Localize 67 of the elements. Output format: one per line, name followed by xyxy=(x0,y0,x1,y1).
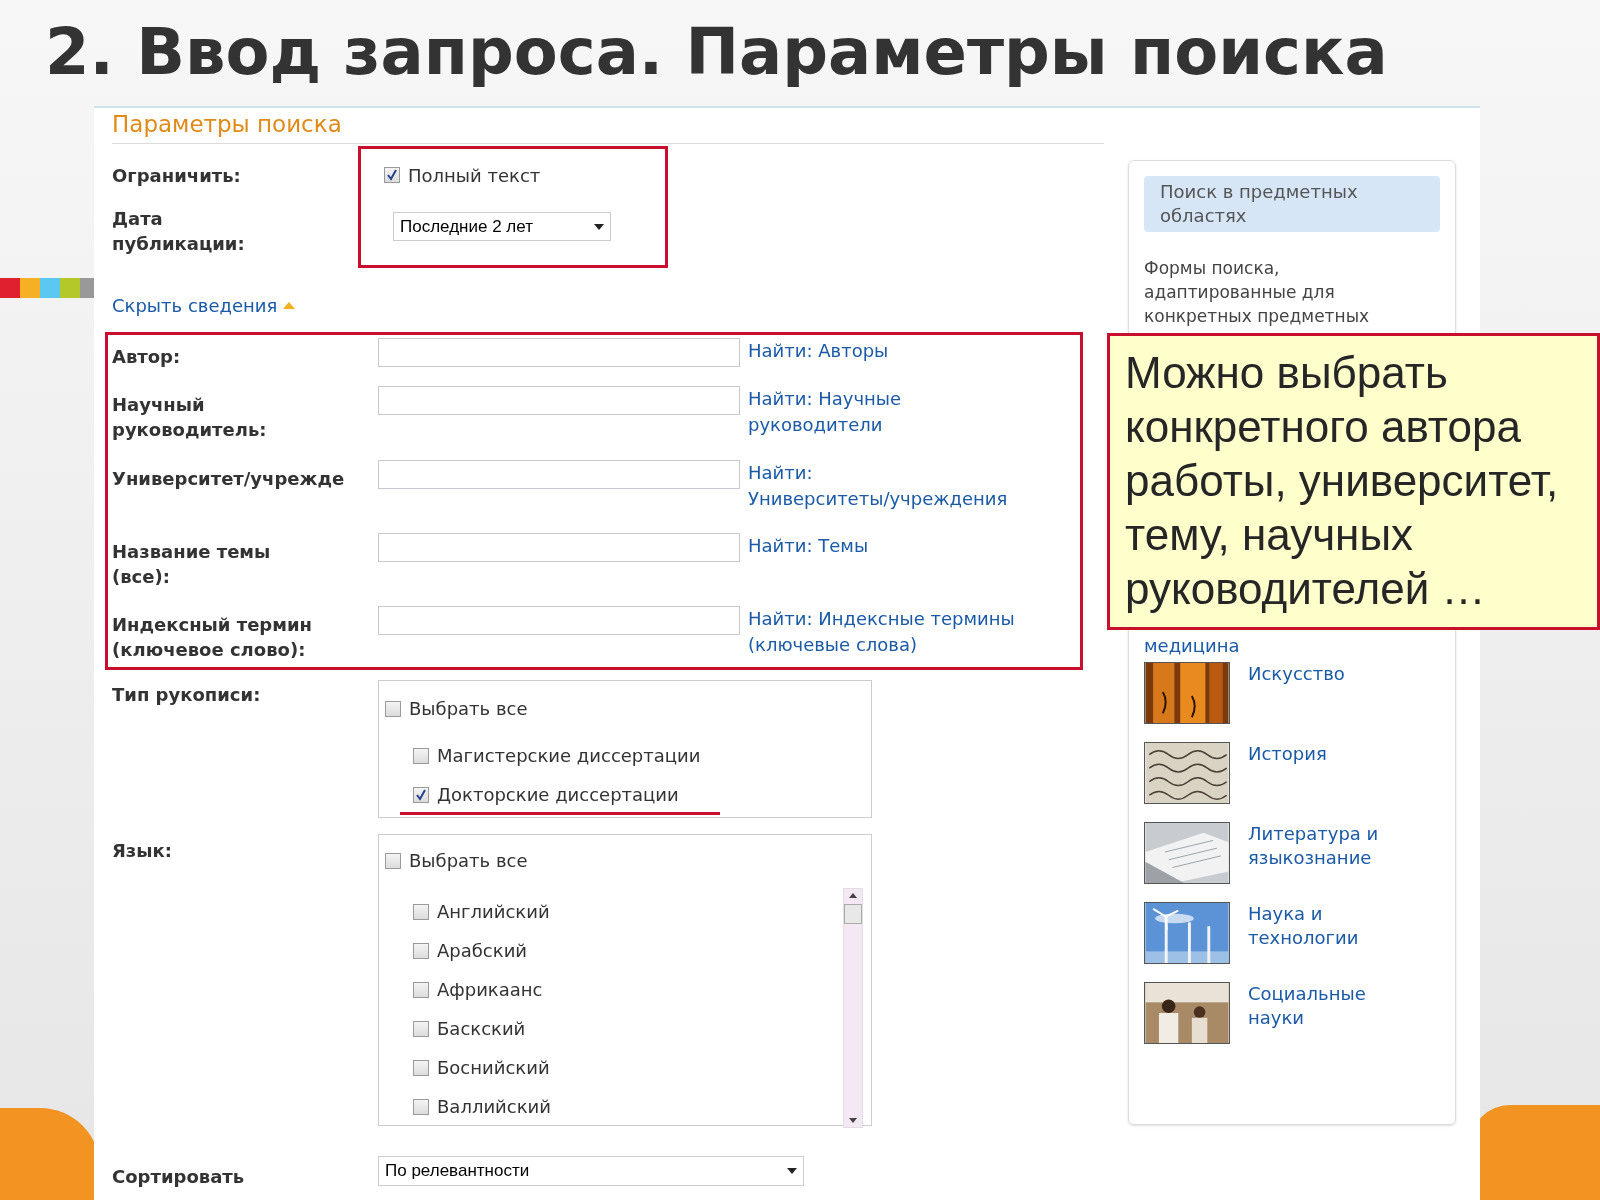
checkbox-label: Английский xyxy=(437,900,550,924)
checkbox[interactable] xyxy=(413,747,429,764)
checkbox-label: Выбрать все xyxy=(409,849,528,873)
caret-icon xyxy=(787,1168,797,1174)
checkbox[interactable] xyxy=(413,903,429,920)
checkbox-label: Магистерские диссертации xyxy=(437,744,701,768)
callout-text: Можно выбрать конкретного автора работы, университет, тему, научных руководителей … xyxy=(1125,347,1560,615)
find-link[interactable]: Найти: Университеты/учреждения xyxy=(748,460,1008,533)
find-link[interactable]: Найти: Научные руководители xyxy=(748,386,902,460)
color-square xyxy=(40,278,60,298)
field-label: Университет/учрежде xyxy=(112,467,346,491)
color-square xyxy=(0,278,20,298)
date-select[interactable]: Последние 2 лет xyxy=(393,212,611,241)
find-link[interactable]: Найти: Авторы xyxy=(748,338,889,386)
checkbox[interactable] xyxy=(385,700,401,717)
checkbox-label: Баскский xyxy=(437,1017,526,1041)
sort-select[interactable]: По релевантности xyxy=(378,1156,804,1186)
checkbox-label: Африкаанс xyxy=(437,978,543,1002)
checkbox[interactable] xyxy=(385,852,401,869)
scroll-thumb[interactable] xyxy=(844,904,862,924)
section-heading: Параметры поиска xyxy=(112,109,342,139)
text-input[interactable] xyxy=(378,338,740,367)
caret-icon xyxy=(594,223,604,230)
subject-link[interactable]: Социальные науки xyxy=(1248,982,1366,1062)
checkbox-label: Докторские диссертации xyxy=(437,783,679,807)
scroll-up-icon[interactable] xyxy=(849,893,857,898)
field-label: Название темы (все): xyxy=(112,540,272,589)
subject-link[interactable]: Литература и языкознание xyxy=(1248,822,1379,902)
color-square xyxy=(60,278,80,298)
checkbox[interactable] xyxy=(384,167,400,183)
checkbox[interactable] xyxy=(413,981,429,998)
caret-up-icon xyxy=(283,301,296,309)
text-input[interactable] xyxy=(378,533,740,562)
hide-details-link[interactable]: Скрыть сведения xyxy=(112,291,278,319)
subject-link[interactable]: медицина xyxy=(1144,634,1440,662)
slide-title: 2. Ввод запроса. Параметры поиска xyxy=(45,14,1389,90)
checkbox-label: Валлийский xyxy=(437,1095,551,1119)
scroll-down-icon[interactable] xyxy=(849,1118,857,1123)
field-label: Дата публикации: xyxy=(112,207,246,256)
field-label: Сортировать xyxy=(112,1165,246,1189)
checkbox[interactable] xyxy=(413,1059,429,1076)
checkbox-label: Арабский xyxy=(437,939,528,963)
checkbox[interactable] xyxy=(413,1020,429,1037)
checkbox[interactable] xyxy=(413,1098,429,1115)
subject-link[interactable]: Наука и технологии xyxy=(1248,902,1359,982)
field-label: Автор: xyxy=(112,345,182,369)
sidebar-heading: Поиск в предметных областях xyxy=(1144,176,1440,232)
scrollbar[interactable] xyxy=(843,888,863,1128)
subject-link[interactable]: История xyxy=(1248,742,1327,822)
text-input[interactable] xyxy=(378,460,740,489)
subject-link[interactable]: Искусство xyxy=(1248,662,1345,742)
field-label: Ограничить: xyxy=(112,163,242,188)
checkbox-label: Выбрать все xyxy=(409,697,528,721)
find-link[interactable]: Найти: Индексные термины (ключевые слова) xyxy=(748,606,1015,668)
text-input[interactable] xyxy=(378,606,740,635)
find-link[interactable]: Найти: Темы xyxy=(748,533,869,606)
color-square xyxy=(20,278,40,298)
checkbox[interactable] xyxy=(413,942,429,959)
field-label: Тип рукописи: xyxy=(112,683,262,707)
field-label: Индексный термин (ключевое слово): xyxy=(112,613,313,662)
field-label: Научный руководитель: xyxy=(112,393,268,442)
checkbox[interactable] xyxy=(413,786,429,803)
sidebar-description: Формы поиска, адаптированные для конкретных предметных xyxy=(1144,257,1371,328)
field-label: Язык: xyxy=(112,839,173,863)
checkbox-label: Полный текст xyxy=(408,163,541,188)
text-input[interactable] xyxy=(378,386,740,415)
checkbox-label: Боснийский xyxy=(437,1056,550,1080)
